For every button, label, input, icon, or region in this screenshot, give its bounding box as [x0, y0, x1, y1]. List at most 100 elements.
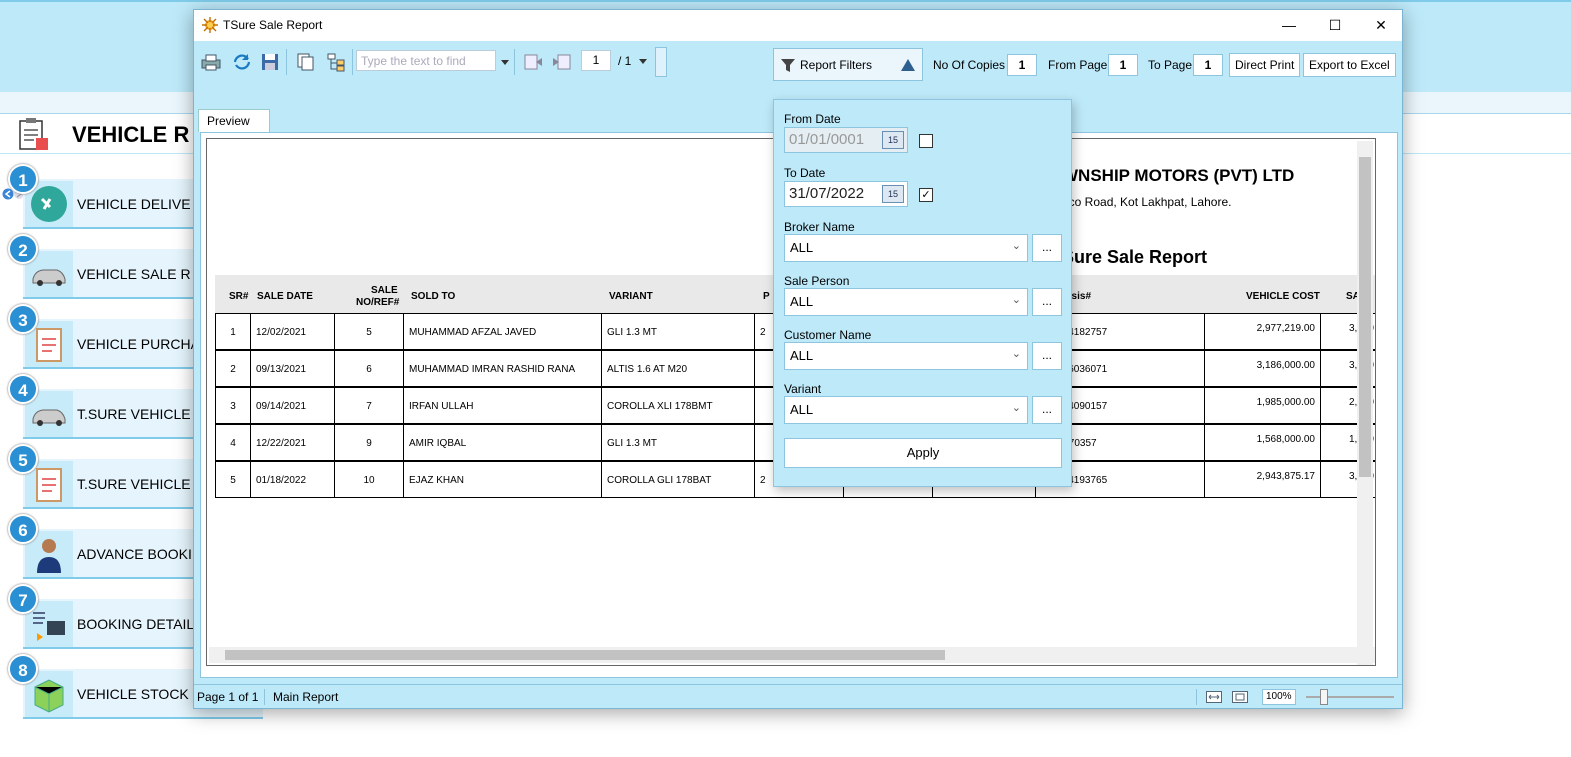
sale-person-select[interactable]: ALL ⌄ — [784, 288, 1028, 316]
fit-width-icon[interactable] — [1206, 691, 1222, 703]
overflow-menu-icon[interactable] — [655, 47, 667, 77]
variant-label: Variant — [784, 382, 822, 396]
table-cell-soldto: EJAZ KHAN — [403, 461, 602, 498]
to-date-field[interactable]: 31/07/2022 15 — [784, 181, 908, 207]
table-cell-cost: 1,985,000.00 — [1204, 387, 1321, 424]
horizontal-scrollbar[interactable] — [209, 647, 1375, 663]
broker-name-label: Broker Name — [784, 220, 855, 234]
table-cell-no: 7 — [334, 387, 404, 424]
calendar-icon[interactable]: 15 — [882, 185, 904, 203]
table-cell-date: 01/18/2022 — [250, 461, 335, 498]
broker-browse-button[interactable]: ... — [1032, 234, 1062, 262]
copies-label: No Of Copies — [933, 58, 1006, 72]
variant-select[interactable]: ALL ⌄ — [784, 396, 1028, 424]
table-cell-cost: 2,977,219.00 — [1204, 313, 1321, 350]
header-vehicle-cost: VEHICLE COST — [1246, 291, 1320, 302]
table-cell-soldto: IRFAN ULLAH — [403, 387, 602, 424]
table-cell-date: 09/13/2021 — [250, 350, 335, 387]
fit-page-icon[interactable] — [1232, 691, 1248, 703]
from-page-label: From Page — [1048, 58, 1108, 72]
window-titlebar[interactable]: TSure Sale Report — ☐ ✕ — [194, 10, 1402, 41]
report-filters-label: Report Filters — [800, 58, 873, 72]
header-sale-date: SALE DATE — [257, 291, 313, 302]
menu-badge-1: 1 — [8, 164, 38, 194]
find-text-input[interactable]: Type the text to find — [356, 50, 496, 71]
background-title: VEHICLE R — [72, 122, 190, 147]
maximize-button[interactable]: ☐ — [1312, 10, 1358, 41]
vertical-scroll-thumb[interactable] — [1359, 157, 1371, 477]
horizontal-scroll-thumb[interactable] — [225, 650, 945, 660]
prev-page-icon[interactable] — [551, 52, 573, 72]
apply-button[interactable]: Apply — [784, 438, 1062, 468]
current-page-input[interactable]: 1 — [581, 50, 611, 71]
window-title: TSure Sale Report — [223, 18, 323, 32]
first-page-icon[interactable] — [522, 52, 544, 72]
toolbar-separator — [514, 49, 515, 75]
header-p: P — [763, 291, 770, 302]
status-separator — [1196, 689, 1197, 705]
table-cell-cost: 3,186,000.00 — [1204, 350, 1321, 387]
sale-person-browse-button[interactable]: ... — [1032, 288, 1062, 316]
menu-item-label: VEHICLE SALE R — [77, 266, 191, 282]
menu-badge-4: 4 — [8, 374, 38, 404]
to-page-input[interactable]: 1 — [1193, 54, 1223, 76]
page-dropdown-icon[interactable] — [639, 59, 647, 64]
calendar-icon[interactable]: 15 — [882, 131, 904, 149]
variant-browse-button[interactable]: ... — [1032, 396, 1062, 424]
table-cell-sr: 3 — [215, 387, 251, 424]
copies-input[interactable]: 1 — [1007, 54, 1037, 76]
from-date-field[interactable]: 01/01/0001 15 — [784, 127, 908, 153]
header-sale-no-2: NO/REF# — [356, 297, 400, 308]
direct-print-button[interactable]: Direct Print — [1229, 53, 1301, 77]
close-button[interactable]: ✕ — [1358, 10, 1404, 41]
print-icon[interactable] — [200, 52, 222, 72]
table-cell-variant: ALTIS 1.6 AT M20 — [601, 350, 755, 387]
zoom-slider-thumb[interactable] — [1319, 689, 1328, 705]
zoom-input[interactable]: 100% — [1262, 689, 1296, 705]
table-cell-cost: 1,568,000.00 — [1204, 424, 1321, 461]
tree-icon[interactable] — [325, 52, 347, 72]
header-variant: VARIANT — [609, 291, 653, 302]
chevron-down-icon: ⌄ — [1011, 348, 1021, 360]
customer-name-value: ALL — [790, 348, 814, 363]
table-cell-variant: COROLLA GLI 178BAT — [601, 461, 755, 498]
table-cell-soldto: MUHAMMAD IMRAN RASHID RANA — [403, 350, 602, 387]
save-icon[interactable] — [259, 52, 281, 72]
sale-person-label: Sale Person — [784, 274, 850, 288]
table-cell-date: 12/02/2021 — [250, 313, 335, 350]
from-page-input[interactable]: 1 — [1108, 54, 1138, 76]
to-date-value: 31/07/2022 — [789, 185, 865, 202]
menu-badge-6: 6 — [8, 514, 38, 544]
report-toolbar: Type the text to find 1 / 1 Report Filte… — [194, 41, 1402, 85]
report-title: Sure Sale Report — [1062, 247, 1208, 267]
menu-item-label: T.SURE VEHICLE — [77, 476, 191, 492]
toolbar-separator — [286, 49, 287, 75]
chevron-down-icon: ⌄ — [1011, 294, 1021, 306]
tab-preview[interactable]: Preview — [198, 109, 270, 132]
minimize-button[interactable]: — — [1266, 10, 1312, 41]
copy-icon[interactable] — [294, 52, 316, 72]
menu-item-label: T.SURE VEHICLE — [77, 406, 191, 422]
menu-badge-3: 3 — [8, 304, 38, 334]
find-dropdown-icon[interactable] — [501, 60, 509, 65]
from-date-label: From Date — [784, 112, 841, 126]
table-cell-sr: 5 — [215, 461, 251, 498]
customer-browse-button[interactable]: ... — [1032, 342, 1062, 370]
export-excel-button[interactable]: Export to Excel — [1303, 53, 1396, 77]
to-date-label: To Date — [784, 166, 826, 180]
from-date-checkbox[interactable] — [919, 134, 933, 148]
table-cell-no: 9 — [334, 424, 404, 461]
table-cell-soldto: AMIR IQBAL — [403, 424, 602, 461]
vertical-scrollbar[interactable] — [1357, 141, 1373, 665]
report-clipboard-icon — [19, 118, 48, 150]
report-filters-button[interactable]: Report Filters — [773, 48, 923, 81]
table-cell-variant: GLI 1.3 MT — [601, 424, 755, 461]
app-icon — [202, 17, 218, 33]
collapse-triangle-icon — [901, 59, 915, 71]
table-cell-variant: COROLLA XLI 178BMT — [601, 387, 755, 424]
report-filters-panel: From Date 01/01/0001 15 To Date 31/07/20… — [773, 99, 1072, 487]
refresh-icon[interactable] — [231, 52, 253, 72]
broker-name-select[interactable]: ALL ⌄ — [784, 234, 1028, 262]
to-date-checkbox[interactable]: ✓ — [919, 188, 933, 202]
customer-name-select[interactable]: ALL ⌄ — [784, 342, 1028, 370]
